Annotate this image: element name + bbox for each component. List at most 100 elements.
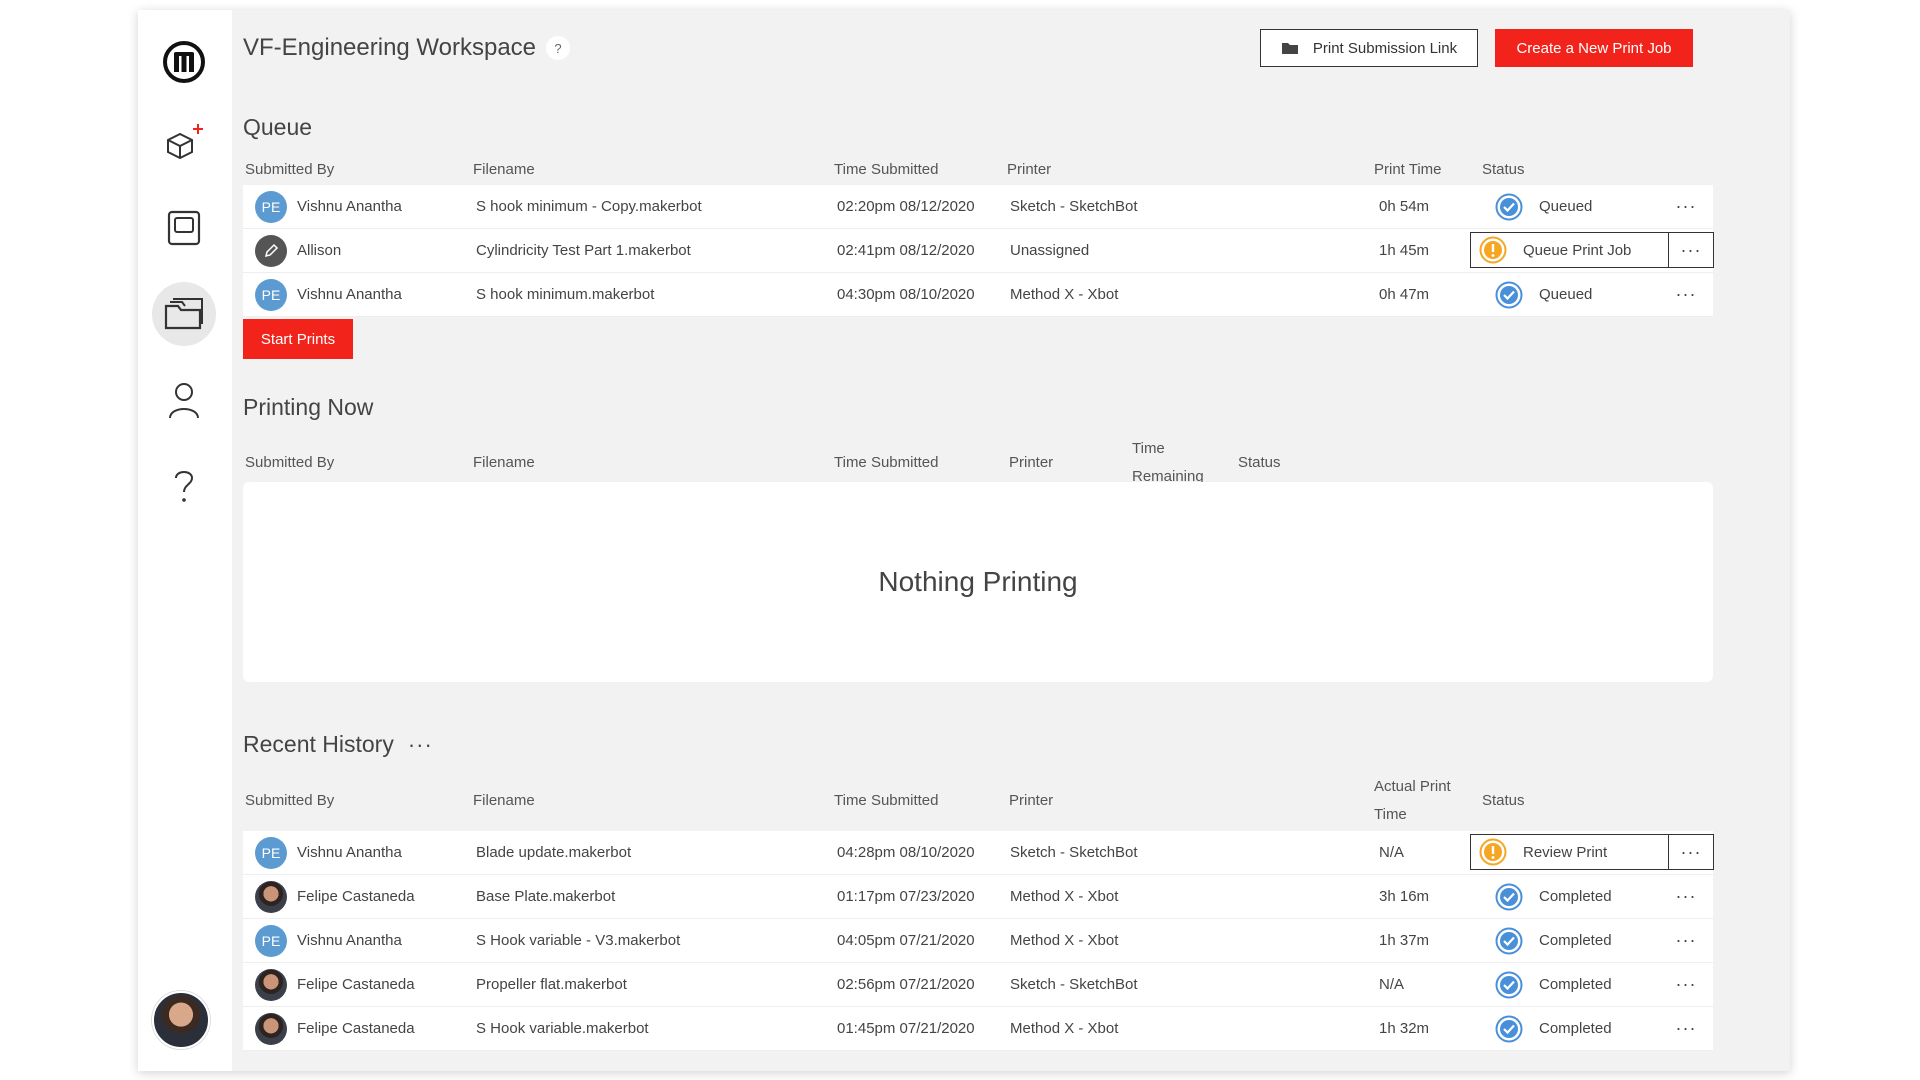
row-more-button[interactable]: ··· (1666, 919, 1706, 962)
cell-user: Felipe Castaneda (297, 976, 415, 993)
queue-title-text: Queue (243, 114, 313, 140)
status-cell: Queued (1495, 185, 1592, 228)
cell-time-submitted: 02:20pm 08/12/2020 (837, 198, 975, 215)
cell-print-time: N/A (1379, 976, 1405, 993)
table-row: PE Vishnu Anantha S hook minimum.makerbo… (243, 273, 1713, 317)
avatar (255, 880, 287, 913)
status-label: Review Print (1523, 843, 1608, 861)
print-submission-link-button[interactable]: Print Submission Link (1260, 29, 1478, 67)
app-window: VF-Engineering Workspace ? Print Submiss… (138, 10, 1790, 1071)
help-icon[interactable] (152, 454, 216, 518)
table-row: Allison Cylindricity Test Part 1.makerbo… (243, 229, 1714, 273)
queue-print-job-button[interactable]: Queue Print Job (1471, 233, 1669, 267)
queue-table: PE Vishnu Anantha S hook minimum - Copy.… (243, 185, 1714, 317)
cell-time-submitted: 02:56pm 07/21/2020 (837, 976, 975, 993)
avatar: PE (255, 190, 287, 223)
history-header-printer: Printer (1009, 792, 1054, 809)
print-submission-link-label: Print Submission Link (1312, 39, 1458, 57)
status-cell: Queued (1495, 273, 1592, 316)
queue-header-filename: Filename (473, 161, 535, 178)
user-avatar[interactable] (152, 991, 210, 1049)
check-circle-icon (1495, 971, 1523, 998)
printer-icon[interactable] (152, 196, 216, 260)
row-more-button[interactable]: ··· (1666, 185, 1706, 228)
row-more-button[interactable]: ··· (1666, 1007, 1706, 1050)
cell-time-submitted: 04:28pm 08/10/2020 (837, 844, 975, 861)
warning-circle-icon (1479, 838, 1507, 866)
row-more-button[interactable]: ··· (1666, 963, 1706, 1006)
user-icon[interactable] (152, 368, 216, 432)
history-header-actual-2: Time (1374, 806, 1407, 823)
status-cell: Completed (1495, 919, 1612, 962)
printing-now-title: Printing Now (243, 394, 373, 421)
history-header-actual-1: Actual Print (1374, 778, 1451, 795)
cell-user: Vishnu Anantha (297, 844, 402, 861)
status-label: Completed (1539, 1020, 1612, 1037)
add-print-cube-icon[interactable] (152, 110, 216, 174)
cell-filename: Blade update.makerbot (476, 844, 632, 861)
row-more-button[interactable]: ··· (1666, 273, 1706, 316)
workspace-title-text: VF-Engineering Workspace (243, 34, 537, 61)
nothing-printing-message: Nothing Printing (878, 566, 1078, 597)
cell-print-time: 1h 45m (1379, 242, 1430, 259)
history-menu-button[interactable]: ··· (408, 732, 433, 758)
cell-user: Vishnu Anantha (297, 286, 402, 303)
makerbot-logo-icon[interactable] (152, 30, 216, 94)
cell-time-submitted: 02:41pm 08/12/2020 (837, 242, 975, 259)
folder-icon[interactable] (152, 282, 216, 346)
help-badge[interactable]: ? (546, 36, 571, 60)
cell-time-submitted: 04:30pm 08/10/2020 (837, 286, 975, 303)
cell-user: Vishnu Anantha (297, 198, 402, 215)
cell-print-time: N/A (1379, 844, 1405, 861)
create-print-job-button[interactable]: Create a New Print Job (1495, 29, 1693, 67)
table-row: PE Vishnu Anantha S Hook variable - V3.m… (243, 919, 1713, 963)
printing-header-filename: Filename (473, 454, 535, 471)
table-row: Felipe Castaneda Propeller flat.makerbot… (243, 963, 1713, 1007)
status-label: Queue Print Job (1523, 241, 1632, 259)
cell-print-time: 3h 16m (1379, 888, 1430, 905)
history-header-status: Status (1482, 792, 1525, 809)
cell-user: Felipe Castaneda (297, 1020, 415, 1037)
printing-header-printer: Printer (1009, 454, 1054, 471)
avatar: PE (255, 924, 287, 957)
queue-print-job-action: Queue Print Job ··· (1470, 232, 1714, 268)
printing-header-status: Status (1238, 454, 1281, 471)
printing-header-time-remaining-1: Time (1132, 440, 1165, 457)
check-circle-icon (1495, 927, 1523, 954)
status-label: Completed (1539, 976, 1612, 993)
cell-filename: S hook minimum - Copy.makerbot (476, 198, 702, 215)
table-row: PE Vishnu Anantha S hook minimum - Copy.… (243, 185, 1713, 229)
avatar (255, 1012, 287, 1045)
queue-header-status: Status (1482, 161, 1525, 178)
cell-print-time: 1h 37m (1379, 932, 1430, 949)
cell-filename: S Hook variable - V3.makerbot (476, 932, 681, 949)
pencil-icon (264, 243, 279, 257)
review-print-button[interactable]: Review Print (1471, 835, 1669, 869)
main-content: VF-Engineering Workspace ? Print Submiss… (243, 10, 1714, 1071)
start-prints-button[interactable]: Start Prints (243, 319, 353, 359)
queue-title: Queue (243, 114, 312, 141)
row-more-button[interactable]: ··· (1669, 835, 1713, 869)
row-more-button[interactable]: ··· (1666, 875, 1706, 918)
cell-time-submitted: 04:05pm 07/21/2020 (837, 932, 975, 949)
history-table: PE Vishnu Anantha Blade update.makerbot … (243, 831, 1714, 1051)
history-header-filename: Filename (473, 792, 535, 809)
cell-filename: Base Plate.makerbot (476, 888, 616, 905)
queue-header-time-submitted: Time Submitted (834, 161, 939, 178)
cell-printer: Sketch - SketchBot (1010, 844, 1138, 861)
status-label: Queued (1539, 198, 1593, 215)
status-cell: Completed (1495, 963, 1612, 1006)
cell-time-submitted: 01:45pm 07/21/2020 (837, 1020, 975, 1037)
avatar: PE (255, 278, 287, 311)
row-more-button[interactable]: ··· (1669, 233, 1713, 267)
check-circle-icon (1495, 883, 1523, 910)
workspace-title: VF-Engineering Workspace ? (243, 34, 571, 62)
printing-now-empty-panel: Nothing Printing (243, 482, 1713, 682)
status-label: Completed (1539, 932, 1612, 949)
cell-filename: S Hook variable.makerbot (476, 1020, 649, 1037)
cell-printer: Method X - Xbot (1010, 286, 1119, 303)
cell-print-time: 1h 32m (1379, 1020, 1430, 1037)
status-cell: Completed (1495, 1007, 1612, 1050)
cell-time-submitted: 01:17pm 07/23/2020 (837, 888, 975, 905)
cell-user: Vishnu Anantha (297, 932, 402, 949)
